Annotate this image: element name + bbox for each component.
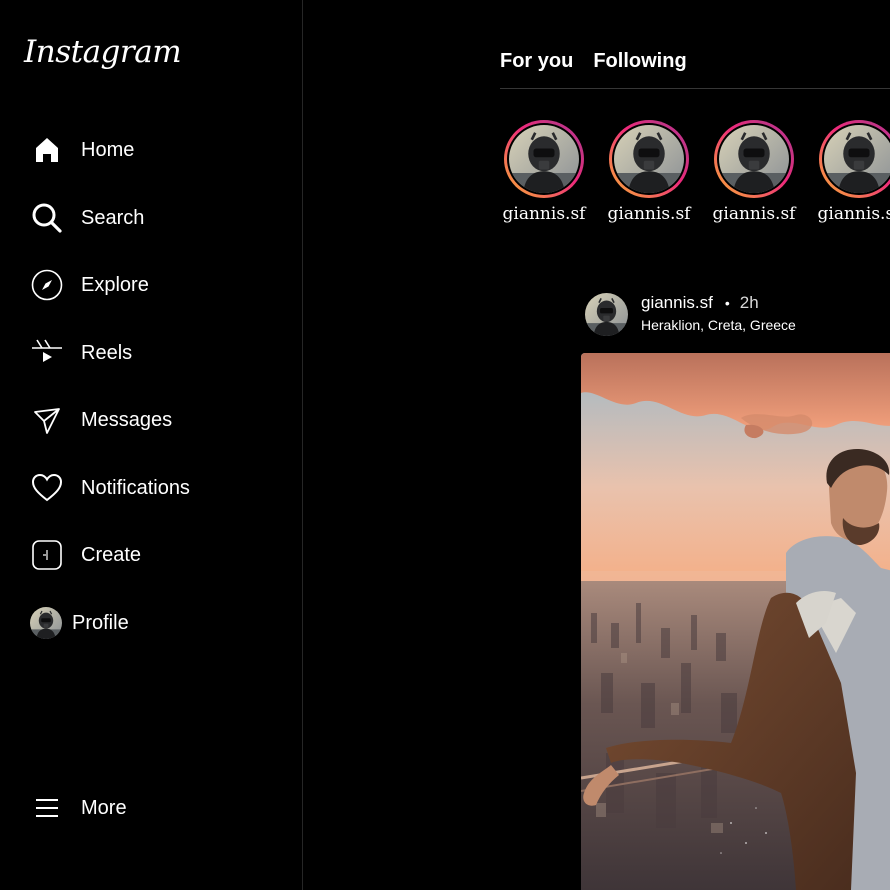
sidebar-item-label: Messages [81, 408, 173, 431]
story-ring [819, 120, 890, 198]
story-username: giannis.sf [817, 204, 890, 224]
heart-icon [30, 471, 64, 505]
sidebar-item-messages[interactable]: Messages [30, 400, 172, 440]
story-item[interactable]: giannis.sf [607, 120, 691, 224]
story-item[interactable]: giannis.sf [817, 120, 890, 224]
sidebar-item-reels[interactable]: Reels [30, 333, 132, 373]
story-item[interactable]: giannis.sf [712, 120, 796, 224]
avatar [719, 125, 789, 193]
story-ring [714, 120, 794, 198]
story-ring [504, 120, 584, 198]
compass-icon [30, 268, 64, 302]
story-item[interactable]: giannis.sf [502, 120, 586, 224]
instagram-logo[interactable]: Instagram [24, 34, 182, 70]
avatar [30, 607, 62, 639]
story-username: giannis.sf [502, 204, 586, 224]
post-avatar[interactable] [585, 293, 628, 336]
tab-for-you[interactable]: For you [500, 50, 573, 73]
post-image[interactable] [581, 353, 890, 890]
sidebar-item-notifications[interactable]: Notifications [30, 468, 190, 508]
home-icon [30, 133, 64, 167]
avatar [614, 125, 684, 193]
sidebar-item-home[interactable]: Home [30, 130, 134, 170]
sidebar-item-label: Search [81, 206, 145, 229]
post-meta: giannis.sf • 2h Heraklion, Creta, Greece [641, 293, 796, 333]
feed: For you Following giannis.sf giannis.sf … [304, 0, 890, 890]
story-username: giannis.sf [712, 204, 796, 224]
tab-following[interactable]: Following [593, 50, 686, 73]
story-ring [609, 120, 689, 198]
sidebar-item-label: Profile [72, 611, 129, 634]
search-icon [30, 201, 64, 235]
avatar [824, 125, 890, 193]
sidebar-item-label: Create [81, 543, 142, 566]
sidebar: Instagram Home Search Explore Reels Mess… [0, 0, 303, 890]
post-username[interactable]: giannis.sf [641, 293, 713, 313]
reels-icon [30, 336, 64, 370]
plus-square-icon [30, 538, 64, 572]
paper-plane-icon [30, 403, 64, 437]
sidebar-item-more[interactable]: More [30, 788, 127, 828]
avatar [509, 125, 579, 193]
divider [500, 88, 890, 89]
sidebar-item-label: Home [81, 138, 135, 161]
sidebar-item-label: More [81, 796, 127, 819]
sidebar-item-search[interactable]: Search [30, 198, 144, 238]
menu-icon [30, 791, 64, 825]
feed-tabs: For you Following [500, 50, 687, 73]
sidebar-item-label: Explore [81, 273, 149, 296]
story-username: giannis.sf [607, 204, 691, 224]
sidebar-item-explore[interactable]: Explore [30, 265, 149, 305]
post-header: giannis.sf • 2h Heraklion, Creta, Greece [585, 293, 796, 336]
stories-bar: giannis.sf giannis.sf giannis.sf giannis… [502, 120, 890, 224]
post-location[interactable]: Heraklion, Creta, Greece [641, 317, 796, 333]
sidebar-item-label: Reels [81, 341, 133, 364]
sidebar-item-label: Notifications [81, 476, 190, 499]
sidebar-item-create[interactable]: Create [30, 535, 141, 575]
post-timestamp: 2h [739, 293, 759, 312]
sidebar-item-profile[interactable]: Profile [30, 603, 129, 643]
separator-dot: • [724, 295, 730, 311]
